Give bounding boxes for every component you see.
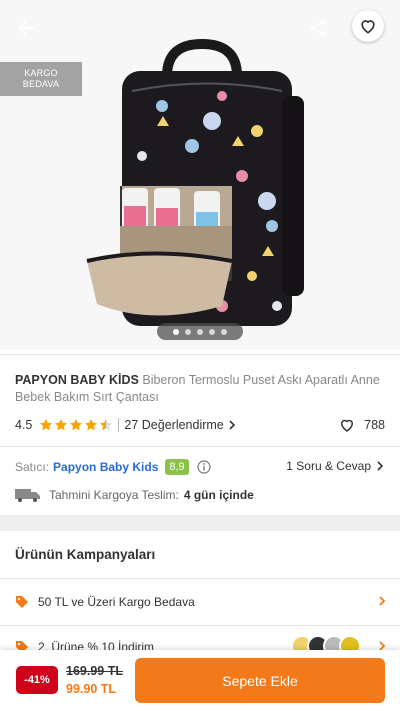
share-button[interactable]: [302, 12, 334, 44]
qa-label: 1 Soru & Cevap: [286, 459, 371, 473]
pager-dot[interactable]: [173, 328, 179, 335]
rating-stars: [39, 418, 113, 432]
share-icon: [310, 19, 326, 37]
purchase-bar: -41% 169.99 TL 99.90 TL Sepete Ekle: [0, 650, 400, 711]
shipping-estimate: Tahmini Kargoya Teslim: 4 gün içinde: [15, 486, 254, 504]
heart-icon: [361, 20, 375, 34]
product-gallery[interactable]: KARGO BEDAVA: [0, 0, 400, 350]
shipping-days: 4 gün içinde: [183, 488, 254, 502]
product-image: [86, 38, 304, 326]
pager-dot[interactable]: [185, 328, 191, 335]
back-button[interactable]: [10, 12, 42, 44]
heart-icon: [341, 419, 354, 432]
product-brand[interactable]: PAPYON BABY KİDS: [15, 373, 139, 387]
divider: [0, 446, 400, 447]
chevron-right-icon: [379, 596, 386, 606]
tag-icon: [16, 596, 28, 608]
add-to-cart-button[interactable]: Sepete Ekle: [135, 658, 385, 703]
rating-score: 4.5: [15, 418, 33, 432]
pager-dot[interactable]: [221, 328, 227, 335]
free-shipping-badge-line1: KARGO: [24, 68, 58, 78]
seller-score-badge: 8,9: [165, 459, 189, 475]
star-icon: [55, 419, 68, 431]
star-icon: [100, 419, 113, 431]
star-icon: [40, 419, 53, 431]
old-price: 169.99 TL: [66, 664, 123, 678]
star-icon: [85, 419, 98, 431]
divider: [0, 578, 400, 579]
seller-name-link[interactable]: Papyon Baby Kids: [53, 460, 158, 474]
campaigns-title: Ürünün Kampanyaları: [15, 547, 156, 562]
gallery-pager[interactable]: [157, 323, 243, 340]
divider: [0, 354, 400, 355]
new-price: 99.90 TL: [66, 682, 117, 696]
seller-row: Satıcı: Papyon Baby Kids 8,9 1 Soru & Ce…: [15, 457, 385, 477]
pager-dot[interactable]: [209, 328, 215, 335]
chevron-right-icon: [377, 461, 384, 471]
chevron-right-icon: [229, 420, 235, 430]
info-icon[interactable]: [197, 460, 211, 474]
favorite-button[interactable]: [352, 10, 384, 42]
campaign-item[interactable]: 50 TL ve Üzeri Kargo Bedava: [15, 592, 387, 612]
divider: [0, 625, 400, 626]
questions-answers-link[interactable]: 1 Soru & Cevap: [286, 459, 385, 473]
pager-dot[interactable]: [197, 328, 203, 335]
rating-separator: [118, 418, 120, 432]
campaign-item-label: 50 TL ve Üzeri Kargo Bedava: [38, 595, 195, 609]
likes-count: 788: [364, 418, 385, 432]
section-separator: [0, 515, 400, 531]
seller-label: Satıcı:: [15, 460, 50, 474]
free-shipping-badge-line2: BEDAVA: [22, 79, 60, 89]
truck-icon: [15, 489, 40, 502]
rating-row: 4.5 27 Değerlendirme 788: [15, 416, 385, 434]
likes-counter[interactable]: 788: [338, 416, 385, 434]
product-title: PAPYON BABY KİDS Biberon Termoslu Puset …: [15, 372, 387, 406]
discount-badge: -41%: [16, 666, 58, 694]
shipping-label: Tahmini Kargoya Teslim:: [49, 488, 179, 502]
star-icon: [70, 419, 83, 431]
back-arrow-icon: [18, 21, 34, 35]
reviews-link[interactable]: 27 Değerlendirme: [124, 418, 236, 432]
reviews-label: 27 Değerlendirme: [124, 418, 224, 432]
free-shipping-badge: KARGO BEDAVA: [0, 62, 82, 96]
